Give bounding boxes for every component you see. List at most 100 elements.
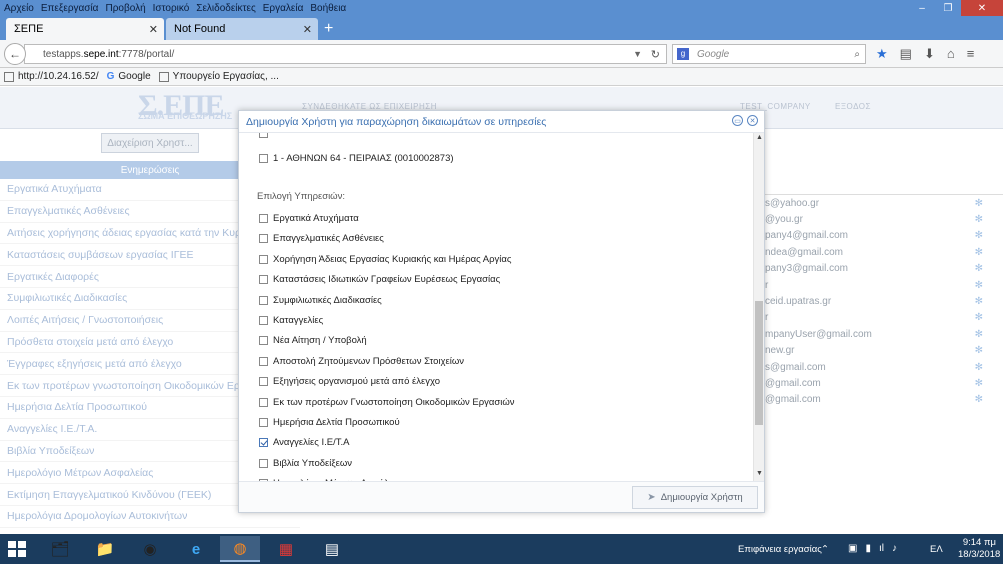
home-icon[interactable]: ⌂	[947, 46, 955, 62]
service-checkbox[interactable]	[259, 438, 268, 448]
menu-help[interactable]: Βοήθεια	[310, 3, 346, 14]
service-checkbox-row[interactable]: Καταστάσεις Ιδιωτικών Γραφείων Ευρέσεως …	[259, 274, 500, 285]
service-checkbox-row[interactable]: Βιβλία Υποδείξεων	[259, 458, 352, 469]
create-user-dialog: Δημιουργία Χρήστη για παραχώρηση δικαιωμ…	[238, 110, 765, 513]
tray-app-icon[interactable]: ▣	[848, 543, 857, 554]
service-checkbox[interactable]	[259, 356, 268, 366]
menu-edit[interactable]: Επεξεργασία	[41, 3, 99, 14]
service-checkbox[interactable]	[259, 234, 268, 244]
bookmark-label: Υπουργείο Εργασίας, ...	[172, 71, 279, 82]
tab-bar: ΣΕΠΕ ✕ Not Found ✕ +	[0, 16, 1003, 40]
firefox-icon[interactable]: ◍	[220, 536, 260, 562]
app-red-icon[interactable]: ▦	[266, 536, 306, 562]
service-checkbox-row[interactable]: Ημερήσια Δελτία Προσωπικού	[259, 417, 400, 428]
restore-icon[interactable]: ❐	[935, 0, 961, 16]
service-checkbox[interactable]	[259, 397, 268, 407]
bookmarks-bar: http://10.24.16.52/ G Google Υπουργείο Ε…	[0, 68, 1003, 86]
service-checkbox-row[interactable]: Εργατικά Ατυχήματα	[259, 213, 359, 224]
menu-view[interactable]: Προβολή	[105, 3, 145, 14]
url-dropdown-icon[interactable]: ▼	[633, 49, 642, 59]
service-label: Ημερήσια Δελτία Προσωπικού	[273, 417, 400, 428]
reload-icon[interactable]: ↻	[651, 48, 660, 61]
service-checkbox-row[interactable]: Αποστολή Ζητούμενων Πρόσθετων Στοιχείων	[259, 356, 464, 367]
create-user-button[interactable]: ➤ Δημιουργία Χρήστη	[632, 486, 758, 509]
bookmark-item[interactable]: http://10.24.16.52/	[4, 71, 99, 82]
minimize-icon[interactable]: –	[909, 0, 935, 16]
service-label: Εξηγήσεις οργανισμού μετά από έλεγχο	[273, 376, 440, 388]
search-placeholder: Google	[697, 48, 730, 60]
url-host: sepe.int	[83, 48, 119, 60]
bookmark-label: Google	[118, 71, 151, 82]
page-icon	[158, 71, 169, 82]
bookmark-label: http://10.24.16.52/	[18, 71, 99, 82]
volume-icon[interactable]: ♪	[892, 543, 897, 554]
document-icon[interactable]: ▤	[312, 536, 352, 562]
google-search-icon[interactable]: g	[677, 48, 689, 60]
search-icon[interactable]: ⌕	[854, 49, 860, 60]
network-icon[interactable]: ıl	[879, 543, 884, 554]
google-icon: G	[106, 71, 115, 82]
tab-sepe[interactable]: ΣΕΠΕ ✕	[6, 18, 164, 40]
scrollbar-thumb[interactable]	[755, 301, 763, 425]
menu-bookmarks[interactable]: Σελιδοδείκτες	[196, 3, 255, 14]
service-checkbox[interactable]	[259, 336, 268, 346]
service-checkbox[interactable]	[259, 458, 268, 468]
service-checkbox[interactable]	[259, 316, 268, 325]
windows-taskbar: 🗂 📁 ◉ e ◍ ▦ ▤ Επιφάνεια εργασίας ⌃ ▣ ▮ ı…	[0, 534, 1003, 564]
service-checkbox[interactable]	[259, 295, 268, 305]
service-label: Αναγγελίες Ι.Ε/Τ.Α	[273, 437, 350, 449]
service-checkbox-row[interactable]: Χορήγηση Άδειας Εργασίας Κυριακής και Ημ…	[259, 254, 511, 265]
menu-tools[interactable]: Εργαλεία	[263, 3, 304, 14]
dialog-scrollbar[interactable]: ▲ ▼	[753, 133, 764, 481]
folder-icon[interactable]: 📁	[85, 536, 125, 562]
scroll-down-icon[interactable]: ▼	[755, 470, 764, 480]
bookmarks-list-icon[interactable]: ▤	[900, 46, 912, 62]
search-input[interactable]: g Google ⌕	[672, 44, 866, 64]
scroll-up-icon[interactable]: ▲	[755, 134, 764, 144]
service-checkbox-row[interactable]: Αναγγελίες Ι.Ε/Τ.Α	[259, 437, 349, 448]
hamburger-menu-icon[interactable]: ≡	[967, 46, 975, 62]
tab-label: Not Found	[174, 23, 226, 35]
ie-icon[interactable]: e	[176, 536, 216, 562]
windows-start-icon[interactable]	[8, 541, 26, 557]
close-dialog-icon[interactable]: ✕	[747, 115, 758, 126]
language-indicator[interactable]: ΕΛ	[930, 544, 943, 555]
service-label: Χορήγηση Άδειας Εργασίας Κυριακής και Ημ…	[273, 253, 512, 265]
service-checkbox-row[interactable]: Επαγγελματικές Ασθένειες	[259, 233, 384, 244]
service-checkbox-row[interactable]: Εξηγήσεις οργανισμού μετά από έλεγχο	[259, 376, 440, 387]
back-arrow-icon[interactable]: ←	[4, 43, 26, 65]
menu-history[interactable]: Ιστορικό	[153, 3, 190, 14]
bookmark-star-icon[interactable]: ★	[876, 46, 888, 62]
partially-visible-checkbox[interactable]	[259, 133, 268, 138]
menu-file[interactable]: Αρχείο	[4, 3, 34, 14]
close-tab-icon[interactable]: ✕	[149, 23, 158, 36]
clock-time: 9:14 πμ	[962, 537, 996, 548]
close-window-icon[interactable]: ✕	[961, 0, 1003, 16]
create-user-label: Δημιουργία Χρήστη	[660, 492, 743, 503]
service-checkbox[interactable]	[259, 214, 268, 223]
service-checkbox[interactable]	[259, 275, 268, 285]
desktop-label[interactable]: Επιφάνεια εργασίας	[738, 544, 822, 555]
download-icon[interactable]: ⬇	[924, 46, 935, 62]
clock[interactable]: 9:14 πμ 18/3/2018	[958, 537, 1000, 561]
chrome-icon[interactable]: ◉	[130, 536, 170, 562]
file-explorer-icon[interactable]: 🗂	[40, 536, 80, 562]
service-checkbox-row[interactable]: Συμφιλιωτικές Διαδικασίες	[259, 295, 382, 306]
service-checkbox[interactable]	[259, 377, 268, 387]
service-checkbox-row[interactable]: Νέα Αίτηση / Υποβολή	[259, 335, 367, 346]
branch-checkbox[interactable]	[259, 154, 268, 163]
url-bar[interactable]: testapps. sepe.int:7778/portal/ ▼ ↻	[24, 44, 667, 64]
tray-chevron-icon[interactable]: ⌃	[821, 544, 829, 555]
service-checkbox[interactable]	[259, 254, 268, 264]
bookmark-item[interactable]: G Google	[107, 71, 151, 82]
tab-not-found[interactable]: Not Found ✕	[166, 18, 318, 40]
close-tab-icon[interactable]: ✕	[303, 23, 312, 36]
service-checkbox[interactable]	[259, 418, 268, 427]
new-tab-icon[interactable]: +	[324, 20, 333, 38]
bookmark-item[interactable]: Υπουργείο Εργασίας, ...	[158, 71, 279, 82]
service-checkbox-row[interactable]: Εκ των προτέρων Γνωστοποίηση Οικοδομικών…	[259, 397, 515, 408]
service-checkbox-row[interactable]: Καταγγελίες	[259, 315, 323, 326]
maximize-icon[interactable]: ▭	[732, 115, 743, 126]
battery-icon[interactable]: ▮	[865, 543, 871, 554]
branch-checkbox-row[interactable]: 1 - ΑΘΗΝΩΝ 64 - ΠΕΙΡΑΙΑΣ (0010002873)	[259, 153, 454, 164]
